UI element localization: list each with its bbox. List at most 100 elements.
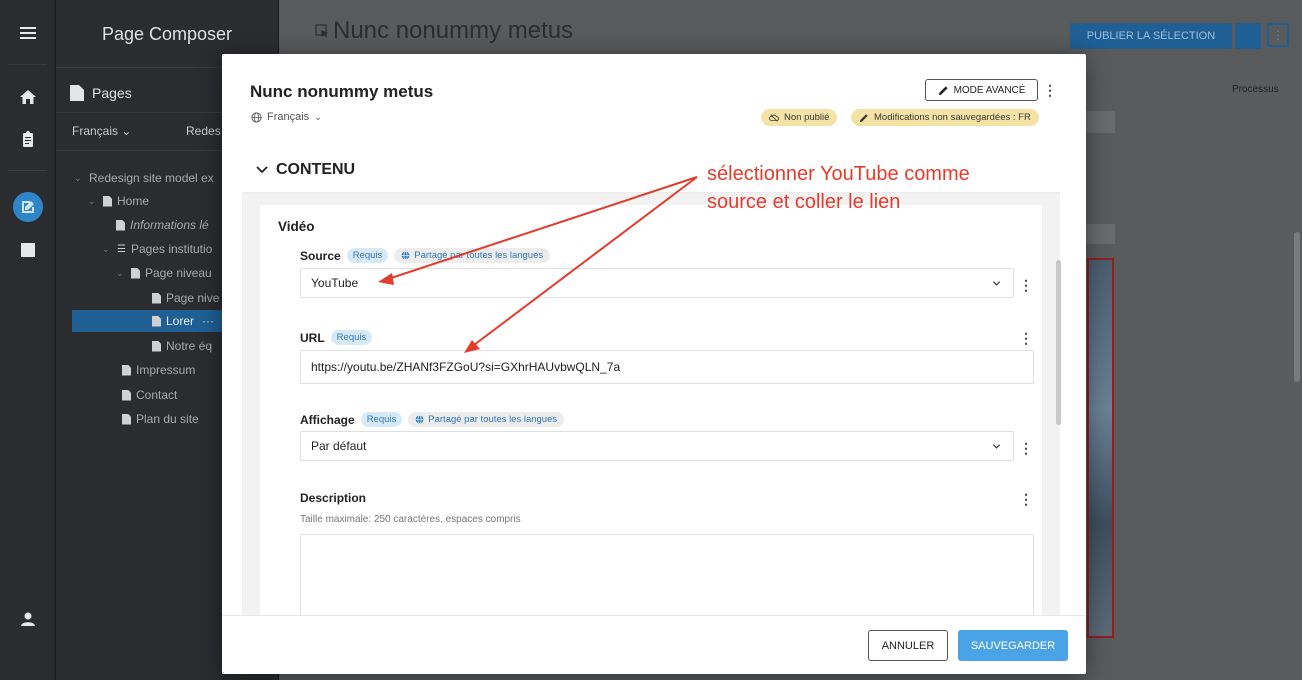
more-options-button[interactable]: ⋮ [1267,23,1289,47]
rail-divider [8,64,47,65]
cursor-page-icon [315,24,328,38]
display-label-text: Affichage [300,412,355,427]
url-input-value: https://youtu.be/ZHANf3FZGoU?si=GXhrHAUv… [311,360,621,374]
chevron-down-icon[interactable]: ⌄ [102,244,112,255]
chevron-down-icon[interactable]: ⌄ [88,196,98,207]
document-icon [70,85,84,101]
annotation-line-2: source et coller le lien [707,191,901,213]
tree-item-label: Home [117,194,150,208]
language-selector[interactable]: Français ⌄ [72,124,131,138]
pencil-icon [859,113,868,122]
dialog-scrollbar[interactable] [1056,260,1061,425]
tree-item[interactable]: ⌄ Page niveau [116,262,212,284]
tree-item-label: Page nive [166,291,220,305]
tree-item-label: Plan du site [136,412,199,426]
tree-item-label: Impressum [136,363,196,377]
home-icon[interactable] [0,80,55,114]
cancel-button[interactable]: ANNULER [868,630,948,661]
globe-icon [251,111,262,123]
advanced-mode-label: MODE AVANCÉ [953,84,1026,96]
advanced-mode-button[interactable]: MODE AVANCÉ [925,79,1038,101]
status-unpublished-text: Non publié [784,112,830,123]
processus-label: Processus [1232,84,1279,95]
tree-item[interactable]: Notre éq [152,335,212,357]
pages-label: Pages [92,85,132,101]
page-composer-icon[interactable] [0,190,55,224]
dialog-language-selector[interactable]: Français ⌄ [251,111,322,123]
tree-item-label: Contact [136,388,178,402]
user-icon[interactable] [0,602,55,636]
url-field-menu-icon[interactable]: ⋮ [1019,331,1033,345]
page-scrollbar[interactable] [1294,232,1300,382]
tree-item[interactable]: ⌄ ☰ Pages institutio [102,238,212,260]
display-field-menu-icon[interactable]: ⋮ [1019,441,1033,455]
more-icon[interactable]: ··· [202,314,214,328]
tree-item[interactable]: Page nive [152,287,219,309]
preview-block [1085,224,1115,244]
description-field-label: Description [300,491,366,505]
site-selector[interactable]: Redes [186,124,221,138]
chevron-down-icon: ⌄ [314,111,322,122]
dialog-footer: ANNULER SAUVEGARDER [222,615,1086,674]
page-icon [152,340,161,352]
dialog-content-area: CONTENU Vidéo Source Requis Partagé par … [242,149,1060,634]
tree-item[interactable]: Contact [122,384,177,406]
media-icon[interactable] [0,233,55,267]
display-select-value: Par défaut [311,439,367,453]
display-field-label: Affichage Requis Partagé par toutes les … [300,412,565,427]
icon-rail [0,0,55,680]
page-icon [152,315,161,327]
description-field-menu-icon[interactable]: ⋮ [1019,492,1033,506]
required-badge: Requis [360,412,403,427]
shared-badge: Partagé par toutes les langues [394,248,551,263]
source-field-menu-icon[interactable]: ⋮ [1019,278,1033,292]
page-icon [122,413,131,425]
required-badge: Requis [346,248,389,263]
cloud-off-icon [769,113,779,122]
tree-item-label: Pages institutio [130,242,213,256]
page-icon [131,267,140,279]
page-heading-text: Nunc nonummy metus [333,17,574,44]
active-indicator [12,192,43,222]
display-select[interactable]: Par défaut [300,431,1014,461]
menu-icon[interactable] [0,16,55,50]
description-helper-text: Taille maximale: 250 caractères, espaces… [300,514,521,525]
clipboard-icon[interactable] [0,122,55,156]
preview-block [1085,111,1115,133]
publish-options-button[interactable] [1235,23,1261,49]
globe-icon [401,251,410,260]
tree-item-label: Redesign site model ex [89,171,214,185]
save-button[interactable]: SAUVEGARDER [958,630,1068,661]
source-select[interactable]: YouTube [300,268,1014,298]
status-unsaved-text: Modifications non sauvegardées : FR [874,112,1031,123]
dialog-title: Nunc nonummy metus [250,82,434,101]
url-input[interactable]: https://youtu.be/ZHANf3FZGoU?si=GXhrHAUv… [300,350,1034,384]
section-title[interactable]: CONTENU [256,161,355,179]
source-select-value: YouTube [311,276,359,290]
card-title: Vidéo [278,219,315,234]
preview-image [1087,258,1114,638]
tree-item[interactable]: ⌄ Home [88,190,149,212]
tree-item-label: Lorer [166,314,195,328]
status-badge-unpublished: Non publié [761,109,838,126]
tree-item[interactable]: ⌄ Redesign site model ex [74,167,214,189]
dialog-language-label: Français [267,111,310,123]
rail-divider [8,170,47,171]
page-icon [116,219,125,231]
chevron-down-icon[interactable]: ⌄ [74,173,84,184]
page-heading: Nunc nonummy metus [315,17,573,45]
source-field-label: Source Requis Partagé par toutes les lan… [300,248,551,263]
tree-item[interactable]: Informations lé [116,214,209,236]
tree-item[interactable]: Plan du site [122,408,199,430]
list-icon: ☰ [117,243,126,255]
section-title-text: CONTENU [276,161,356,178]
chevron-down-icon [992,444,1001,449]
dialog-menu-icon[interactable]: ⋮ [1043,83,1057,97]
publish-selection-button[interactable]: PUBLIER LA SÉLECTION [1070,23,1232,49]
chevron-down-icon[interactable]: ⌄ [116,268,126,279]
tree-item[interactable]: Impressum [122,359,195,381]
globe-icon [415,415,424,424]
pages-header[interactable]: Pages [70,85,132,101]
tree-item-label: Page niveau [145,266,212,280]
source-label-text: Source [300,248,341,263]
